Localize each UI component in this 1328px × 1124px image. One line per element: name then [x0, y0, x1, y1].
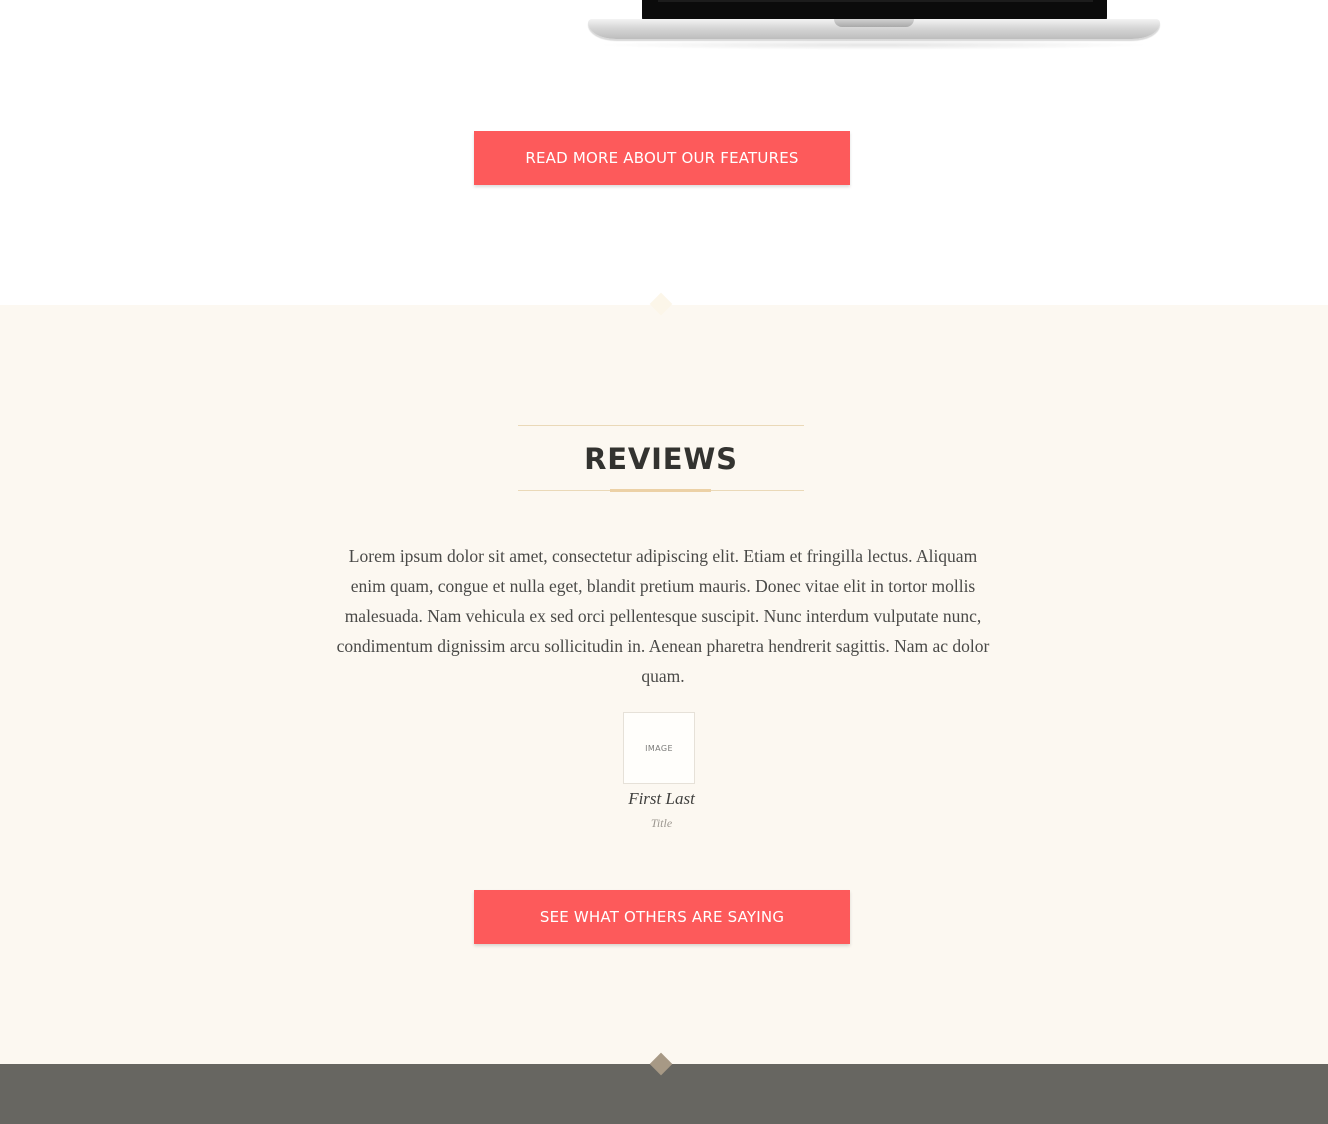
avatar-placeholder-label: IMAGE: [645, 743, 673, 753]
laptop-shadow: [594, 40, 1154, 50]
laptop-image: [588, 0, 1160, 52]
heading-accent-underline: [610, 489, 711, 492]
reviewer-name: First Last: [628, 789, 695, 808]
reviewer-title: Title: [650, 816, 673, 830]
see-others-saying-button[interactable]: SEE WHAT OTHERS ARE SAYING: [474, 890, 850, 944]
reviewer-avatar: IMAGE: [623, 712, 695, 784]
read-more-features-button[interactable]: READ MORE ABOUT OUR FEATURES: [474, 131, 850, 185]
reviews-heading: REVIEWS: [584, 442, 738, 476]
heading-rule-top: [518, 425, 804, 426]
laptop-notch: [834, 19, 914, 27]
review-quote: Lorem ipsum dolor sit amet, consectetur …: [336, 546, 990, 686]
footer-section: [0, 1064, 1328, 1124]
laptop-screen-edge: [658, 0, 1093, 2]
